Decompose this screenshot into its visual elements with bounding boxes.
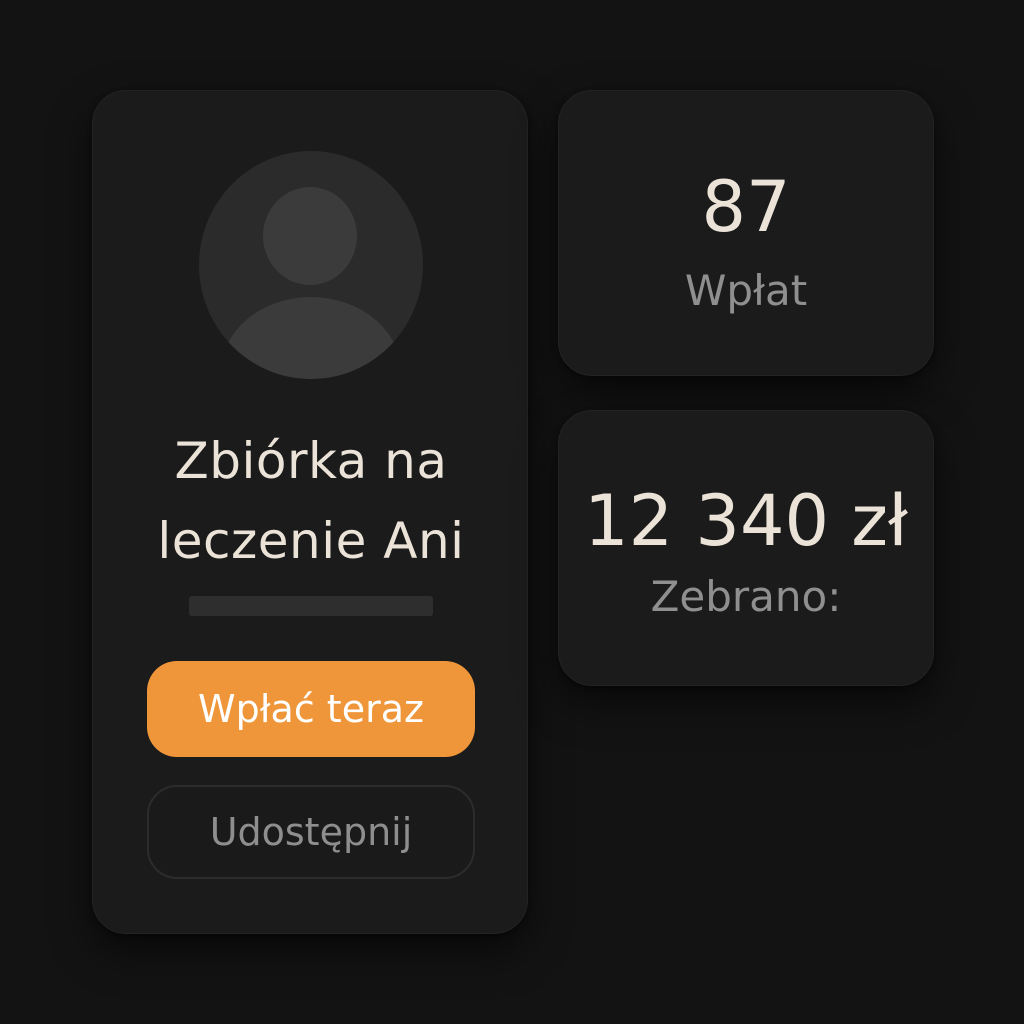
campaign-title-line-2: leczenie Ani: [157, 512, 465, 570]
campaign-title: Zbiórka na leczenie Ani: [93, 421, 529, 581]
donations-count-card: 87 Wpłat: [558, 90, 934, 376]
donate-now-button[interactable]: Wpłać teraz: [147, 661, 475, 757]
progress-bar-placeholder: [189, 596, 433, 616]
share-button[interactable]: Udostępnij: [147, 785, 475, 879]
campaign-title-line-1: Zbiórka na: [174, 432, 448, 490]
avatar-body: [221, 297, 401, 379]
amount-raised-label: Zebrano:: [650, 572, 842, 621]
avatar-placeholder-icon: [199, 151, 423, 379]
avatar-head: [263, 187, 357, 285]
donations-count-label: Wpłat: [684, 266, 808, 315]
amount-raised-card: 12 340 zł Zebrano:: [558, 410, 934, 686]
donations-count-value: 87: [701, 166, 791, 248]
campaign-card: Zbiórka na leczenie Ani Wpłać teraz Udos…: [92, 90, 528, 934]
progress-fill: [189, 596, 433, 616]
amount-raised-value: 12 340 zł: [584, 480, 908, 562]
